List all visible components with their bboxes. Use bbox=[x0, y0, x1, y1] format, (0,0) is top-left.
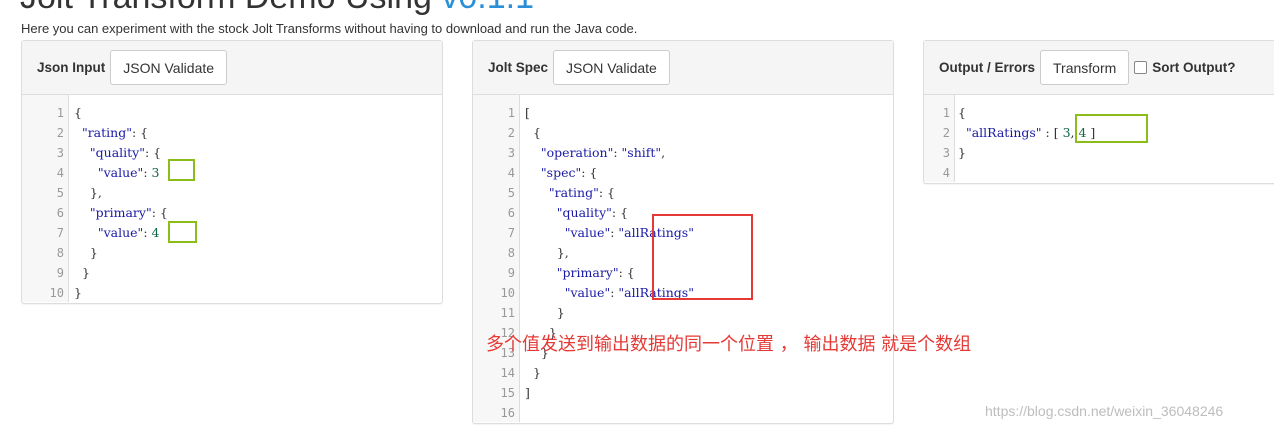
code-line: } bbox=[74, 265, 90, 280]
code-line: } bbox=[74, 245, 98, 260]
line-number: 4 bbox=[56, 166, 64, 180]
line-number: 4 bbox=[942, 166, 950, 180]
code-line: "allRatings" : [ 3, 4 ] bbox=[965, 125, 1096, 140]
line-number: 7 bbox=[507, 226, 515, 240]
code-line: "primary": { bbox=[89, 205, 168, 220]
line-number: 1 bbox=[56, 106, 64, 120]
sort-output-label: Sort Output? bbox=[1152, 60, 1236, 75]
code-line: "operation": "shift", bbox=[540, 145, 666, 160]
line-number: 1 bbox=[507, 106, 515, 120]
code-line: } bbox=[74, 285, 82, 300]
json-input-panel: Json Input JSON Validate 1 {2 "rating": {… bbox=[21, 40, 443, 304]
json-input-label: Json Input bbox=[37, 60, 106, 75]
json-input-panel-header: Json Input JSON Validate bbox=[22, 41, 442, 95]
line-number: 3 bbox=[507, 146, 515, 160]
json-input-editor[interactable]: 1 {2 "rating": { 3 "quality": { 4 "value": … bbox=[22, 95, 442, 302]
line-number: 6 bbox=[507, 206, 515, 220]
code-line: "spec": { bbox=[540, 165, 598, 180]
line-number: 15 bbox=[500, 386, 515, 400]
line-number: 8 bbox=[56, 246, 64, 260]
line-number: 8 bbox=[507, 246, 515, 260]
line-number: 10 bbox=[500, 286, 515, 300]
line-number: 5 bbox=[56, 186, 64, 200]
code-line: "value": "allRatings" bbox=[564, 225, 694, 240]
transform-button[interactable]: Transform bbox=[1040, 50, 1130, 85]
page-title: Jolt Transform Demo Using v0.1.1 bbox=[20, 0, 534, 17]
line-number: 11 bbox=[500, 306, 515, 320]
line-number: 16 bbox=[500, 406, 515, 420]
code-line: { bbox=[525, 125, 541, 140]
line-number: 9 bbox=[56, 266, 64, 280]
code-line: "rating": { bbox=[548, 185, 615, 200]
code-line: }, bbox=[74, 185, 102, 200]
jolt-spec-panel: Jolt Spec JSON Validate 1 [2 {3 "operatio… bbox=[472, 40, 894, 424]
code-line: ] bbox=[525, 385, 530, 400]
output-editor[interactable]: 1 {2 "allRatings" : [ 3, 4 ] 3} 4 bbox=[924, 95, 1274, 182]
line-number: 3 bbox=[942, 146, 950, 160]
intro-text: Here you can experiment with the stock J… bbox=[21, 21, 638, 36]
code-line: { bbox=[958, 105, 966, 120]
line-number: 14 bbox=[500, 366, 515, 380]
code-line: } bbox=[525, 365, 541, 380]
output-panel-header: Output / Errors Transform Sort Output? bbox=[924, 41, 1274, 95]
line-number: 1 bbox=[942, 106, 950, 120]
line-number: 2 bbox=[56, 126, 64, 140]
line-number: 10 bbox=[49, 286, 64, 300]
code-line: }, bbox=[525, 245, 569, 260]
code-line: { bbox=[74, 105, 82, 120]
jolt-spec-validate-button[interactable]: JSON Validate bbox=[553, 50, 670, 85]
code-line: "quality": { bbox=[89, 145, 162, 160]
jolt-spec-editor[interactable]: 1 [2 {3 "operation": "shift", 4 "spec": { 5… bbox=[473, 95, 893, 422]
jolt-spec-label: Jolt Spec bbox=[488, 60, 549, 75]
code-line: "value": "allRatings" bbox=[564, 285, 694, 300]
code-line: "quality": { bbox=[556, 205, 629, 220]
json-input-validate-button[interactable]: JSON Validate bbox=[110, 50, 228, 85]
code-line: "value": 3 bbox=[97, 165, 160, 180]
code-line: [ bbox=[525, 105, 530, 120]
jolt-spec-panel-header: Jolt Spec JSON Validate bbox=[473, 41, 893, 95]
line-number: 5 bbox=[507, 186, 515, 200]
sort-output-checkbox[interactable] bbox=[1134, 61, 1148, 74]
line-number: 6 bbox=[56, 206, 64, 220]
line-number: 2 bbox=[942, 126, 950, 140]
code-line: "value": 4 bbox=[97, 225, 160, 240]
code-line: "primary": { bbox=[556, 265, 635, 280]
code-line: } bbox=[958, 145, 966, 160]
code-line: } bbox=[525, 305, 565, 320]
code-line: "rating": { bbox=[81, 125, 149, 140]
line-number: 7 bbox=[56, 226, 64, 240]
page-title-version: v0.1.1 bbox=[441, 0, 534, 16]
output-panel: Output / Errors Transform Sort Output? 1… bbox=[923, 40, 1274, 184]
watermark: https://blog.csdn.net/weixin_36048246 bbox=[985, 403, 1224, 419]
annotation-note: 多个值发送到输出数据的同一个位置 ， 输出数据 就是个数组 bbox=[486, 334, 972, 355]
page-title-prefix: Jolt Transform Demo Using bbox=[20, 0, 441, 16]
line-number: 4 bbox=[507, 166, 515, 180]
line-number: 9 bbox=[507, 266, 515, 280]
line-number: 2 bbox=[507, 126, 515, 140]
output-label: Output / Errors bbox=[939, 60, 1036, 75]
line-number: 3 bbox=[56, 146, 64, 160]
